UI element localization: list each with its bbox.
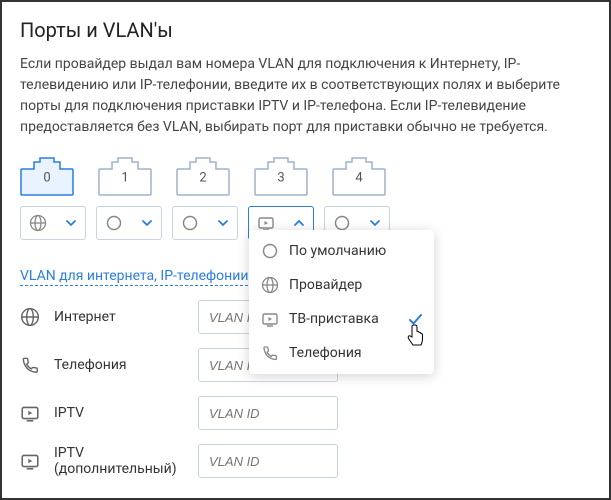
tv-icon bbox=[261, 310, 279, 328]
tv-icon bbox=[20, 403, 40, 423]
ports-row: 0 1 2 3 4 bbox=[20, 156, 591, 196]
dd-item-stb[interactable]: ТВ-приставка bbox=[249, 302, 434, 336]
port-1[interactable]: 1 bbox=[98, 156, 152, 196]
port-type-dropdown: По умолчанию Провайдер ТВ-приставка Теле… bbox=[249, 230, 434, 374]
dd-label: ТВ-приставка bbox=[289, 311, 379, 327]
vlan-panel: Порты и VLAN'ы Если провайдер выдал вам … bbox=[0, 0, 611, 500]
field-iptv: IPTV bbox=[20, 396, 591, 430]
port-select-1[interactable] bbox=[96, 206, 162, 240]
field-label: IPTV (дополнительный) bbox=[54, 445, 184, 477]
field-label: Телефония bbox=[54, 357, 184, 373]
dd-item-telephony[interactable]: Телефония bbox=[249, 336, 434, 370]
phone-icon bbox=[261, 344, 279, 362]
dd-label: По умолчанию bbox=[289, 243, 386, 259]
port-number: 1 bbox=[121, 171, 128, 186]
dd-item-provider[interactable]: Провайдер bbox=[249, 268, 434, 302]
port-select-2[interactable] bbox=[172, 206, 238, 240]
globe-icon bbox=[20, 307, 40, 327]
circle-icon bbox=[181, 214, 199, 232]
port-2[interactable]: 2 bbox=[176, 156, 230, 196]
field-label: Интернет bbox=[54, 309, 184, 325]
globe-icon bbox=[29, 214, 47, 232]
port-4[interactable]: 4 bbox=[332, 156, 386, 196]
dd-item-default[interactable]: По умолчанию bbox=[249, 234, 434, 268]
chevron-down-icon bbox=[217, 217, 229, 229]
circle-icon bbox=[105, 214, 123, 232]
field-label: IPTV bbox=[54, 405, 184, 421]
port-number: 4 bbox=[355, 171, 362, 186]
port-number: 0 bbox=[43, 171, 50, 186]
dd-label: Провайдер bbox=[289, 277, 362, 293]
chevron-down-icon bbox=[369, 217, 381, 229]
vlan-section-link[interactable]: VLAN для интернета, IP-телефонии bbox=[20, 268, 248, 286]
port-number: 3 bbox=[277, 171, 284, 186]
port-3[interactable]: 3 bbox=[254, 156, 308, 196]
phone-icon bbox=[20, 355, 40, 375]
chevron-down-icon bbox=[65, 217, 77, 229]
port-number: 2 bbox=[199, 171, 206, 186]
globe-icon bbox=[261, 276, 279, 294]
vlan-id-input-iptv[interactable] bbox=[198, 396, 338, 430]
chevron-up-icon bbox=[293, 217, 305, 229]
page-title: Порты и VLAN'ы bbox=[20, 18, 591, 42]
check-icon bbox=[408, 312, 422, 326]
dd-label: Телефония bbox=[289, 345, 362, 361]
tv-icon bbox=[20, 451, 40, 471]
page-description: Если провайдер выдал вам номера VLAN для… bbox=[20, 54, 591, 138]
field-iptv-extra: IPTV (дополнительный) bbox=[20, 444, 591, 478]
vlan-id-input-iptv-extra[interactable] bbox=[198, 444, 338, 478]
port-select-0[interactable] bbox=[20, 206, 86, 240]
chevron-down-icon bbox=[141, 217, 153, 229]
circle-icon bbox=[261, 242, 279, 260]
port-0[interactable]: 0 bbox=[20, 156, 74, 196]
